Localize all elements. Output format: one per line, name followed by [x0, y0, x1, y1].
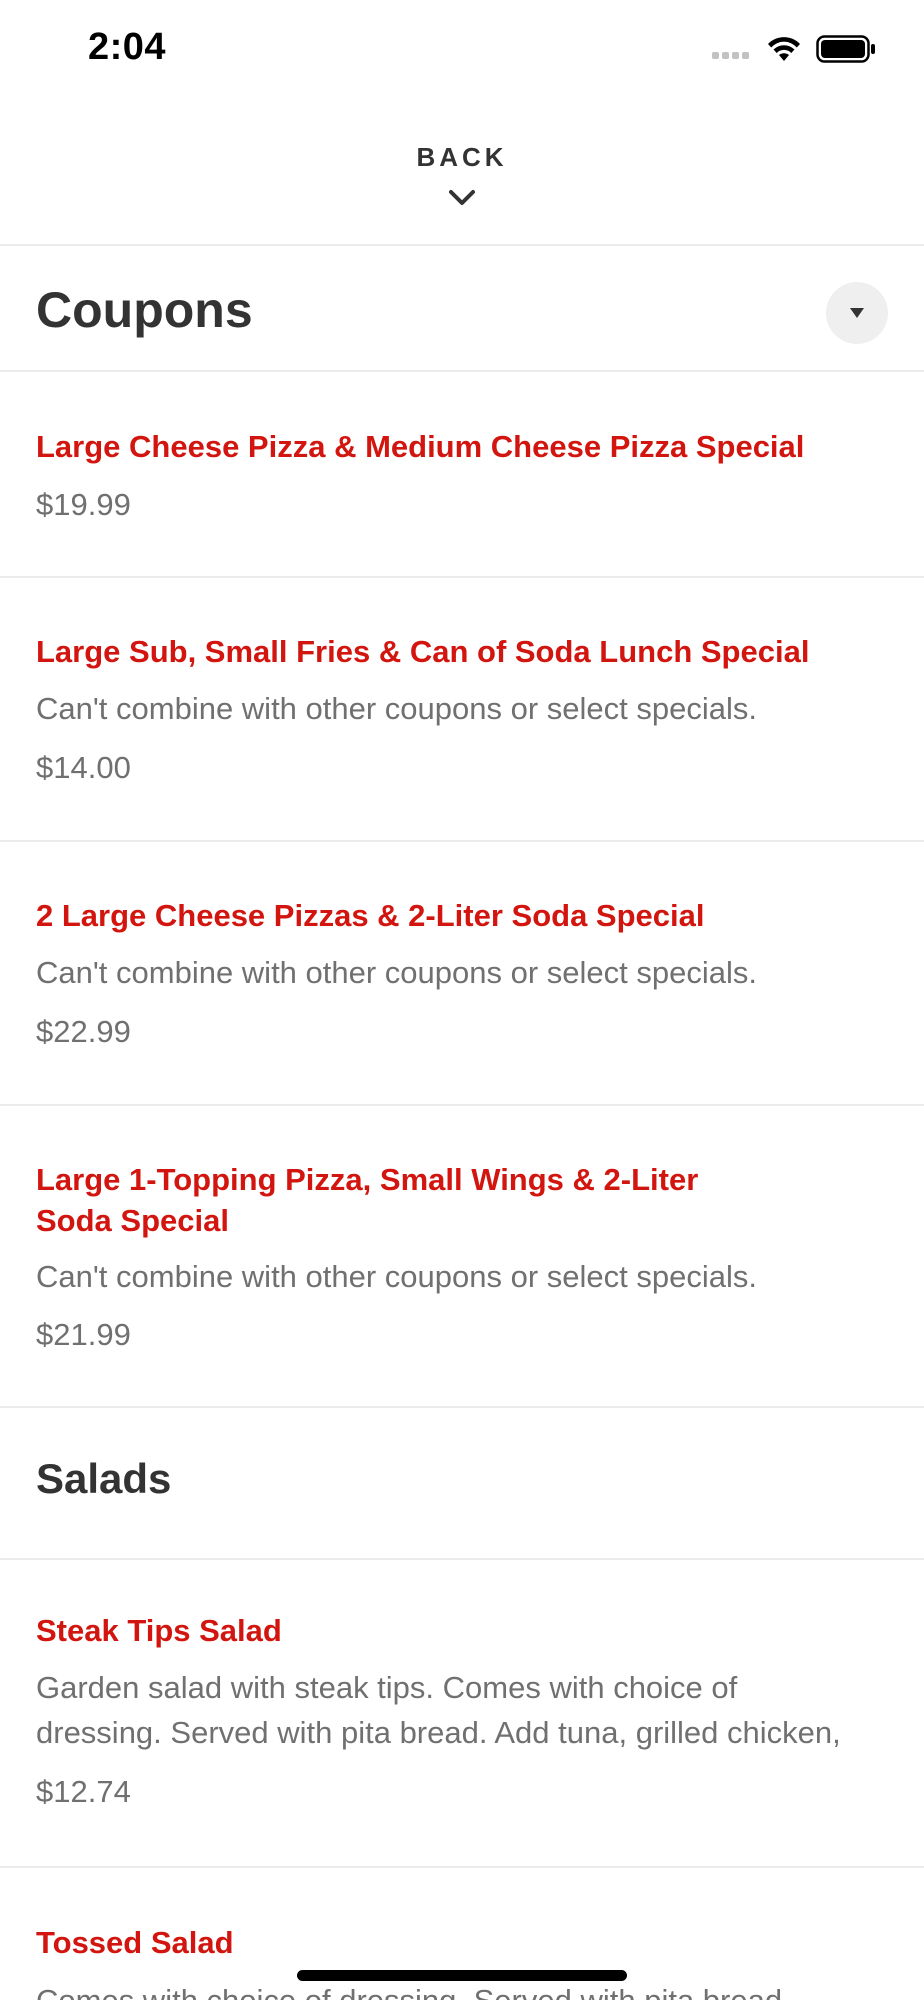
- item-title: 2 Large Cheese Pizzas & 2-Liter Soda Spe…: [36, 898, 705, 933]
- item-price: $21.99: [36, 1317, 131, 1352]
- item-description: Garden salad with steak tips. Comes with…: [36, 1670, 738, 1705]
- home-indicator[interactable]: [297, 1970, 627, 1981]
- back-header[interactable]: BACK: [0, 100, 924, 246]
- item-description: Can't combine with other coupons or sele…: [36, 691, 758, 726]
- item-price: $19.99: [36, 487, 131, 522]
- item-title: Steak Tips Salad: [36, 1613, 282, 1648]
- menu-item[interactable]: Steak Tips Salad Garden salad with steak…: [0, 1562, 924, 1868]
- item-description: Can't combine with other coupons or sele…: [36, 955, 758, 990]
- signal-icon: [712, 52, 749, 59]
- menu-item[interactable]: Large Sub, Small Fries & Can of Soda Lun…: [0, 580, 924, 842]
- item-title-continued: Soda Special: [36, 1203, 229, 1238]
- item-title: Tossed Salad: [36, 1925, 234, 1960]
- chevron-down-icon[interactable]: [448, 188, 476, 208]
- collapse-button[interactable]: [826, 282, 888, 344]
- item-description: Comes with choice of dressing. Served wi…: [36, 1978, 896, 2000]
- item-description: Can't combine with other coupons or sele…: [36, 1259, 758, 1294]
- status-time: 2:04: [88, 26, 167, 68]
- section-header-salads: Salads: [0, 1410, 924, 1560]
- item-price: $12.74: [36, 1774, 131, 1809]
- section-title: Salads: [36, 1455, 172, 1502]
- item-description-continued: dressing. Served with pita bread. Add tu…: [36, 1715, 841, 1750]
- item-price: $14.00: [36, 750, 131, 785]
- status-bar: 2:04: [0, 0, 924, 100]
- menu-item[interactable]: Large 1-Topping Pizza, Small Wings & 2-L…: [0, 1108, 924, 1408]
- battery-icon: [816, 35, 875, 63]
- caret-down-icon: [850, 308, 864, 318]
- item-price: $22.99: [36, 1014, 131, 1049]
- item-title: Large Cheese Pizza & Medium Cheese Pizza…: [36, 429, 805, 464]
- item-title: Large 1-Topping Pizza, Small Wings & 2-L…: [36, 1162, 699, 1197]
- menu-item[interactable]: 2 Large Cheese Pizzas & 2-Liter Soda Spe…: [0, 844, 924, 1106]
- section-title: Coupons: [36, 282, 253, 338]
- item-title: Large Sub, Small Fries & Can of Soda Lun…: [36, 634, 810, 669]
- menu-item[interactable]: Large Cheese Pizza & Medium Cheese Pizza…: [0, 374, 924, 578]
- section-header-coupons: Coupons: [0, 248, 924, 372]
- back-button[interactable]: BACK: [0, 142, 924, 173]
- wifi-icon: [768, 37, 800, 61]
